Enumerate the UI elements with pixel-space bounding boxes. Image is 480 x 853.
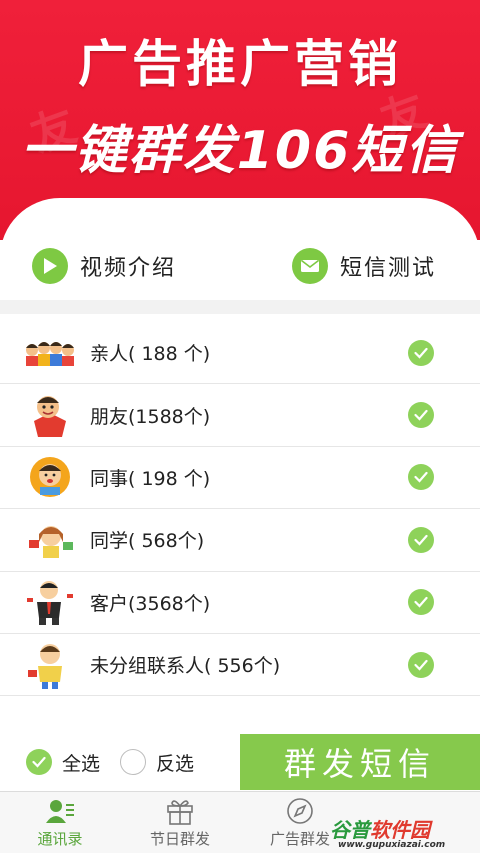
sms-test-label: 短信测试 [340,256,437,281]
checkmark-icon[interactable] [408,526,434,553]
bulk-send-sms-button[interactable]: 群发短信 [240,734,480,790]
contact-group-list: 亲人( 188 个) 朋友(1588个) 同事(198 个) 同学(568个… [0,322,480,697]
checked-radio-icon[interactable] [26,749,52,775]
gift-icon [120,796,240,826]
friend-avatar [24,390,76,440]
colleague-avatar [24,452,76,502]
mail-icon [292,248,328,284]
group-row-family[interactable]: 亲人( 188 个) [0,322,480,385]
video-intro-label: 视频介绍 [80,256,177,281]
group-label: 同事( 198 个) [90,467,211,490]
group-row-ungrouped[interactable]: 未分组联系人( 556个) [0,634,480,697]
tab-label: 节日群发 [149,830,210,848]
classmate-avatar [24,515,76,565]
watermark-brand-b: 软件园 [370,817,430,842]
group-label: 朋友(1588个) [90,405,211,428]
section-divider [0,300,480,314]
tab-holiday-send[interactable]: 节日群发 [120,796,240,852]
checkmark-icon[interactable] [408,589,434,616]
group-row-classmates[interactable]: 同学( 568个) [0,509,480,572]
feature-row: 视频介绍 短信测试 [0,232,480,300]
video-intro-button[interactable]: 视频介绍 [32,246,176,286]
group-label: 未分组联系人( 556个) [90,655,281,678]
group-row-colleagues[interactable]: 同事( 198 个) [0,447,480,510]
tab-contacts[interactable]: 通讯录 [0,796,120,852]
sms-test-button[interactable]: 短信测试 [292,246,436,286]
ungrouped-avatar [24,640,76,690]
site-watermark: 谷普 软件园 www.gupuxiazai.com [330,808,480,851]
contacts-icon [0,796,120,826]
checkmark-icon[interactable] [408,339,434,366]
tab-label: 通讯录 [37,830,83,848]
group-label: 亲人( 188 个) [90,343,211,366]
watermark-url: www.gupuxiazai.com [338,840,446,850]
client-avatar [24,577,76,627]
unchecked-radio-icon[interactable] [120,749,146,775]
group-row-friends[interactable]: 朋友(1588个) [0,384,480,447]
family-group-avatar [24,328,76,378]
invert-selection-option[interactable]: 反选 [120,744,194,780]
banner-headline: 广告推广营销 [78,35,402,93]
select-all-label: 全选 [62,752,101,775]
checkmark-icon[interactable] [408,464,434,491]
checkmark-icon[interactable] [408,651,434,678]
watermark-brand-a: 谷普 [330,817,370,842]
banner-subheadline: 一键群发106短信 [20,121,460,181]
invert-selection-label: 反选 [156,752,195,775]
group-label: 同学( 568个) [90,530,205,553]
select-all-option[interactable]: 全选 [26,744,100,780]
checkmark-icon[interactable] [408,402,434,429]
group-row-clients[interactable]: 客户(3568个) [0,572,480,634]
play-icon [32,248,68,284]
group-label: 客户(3568个) [90,592,211,615]
